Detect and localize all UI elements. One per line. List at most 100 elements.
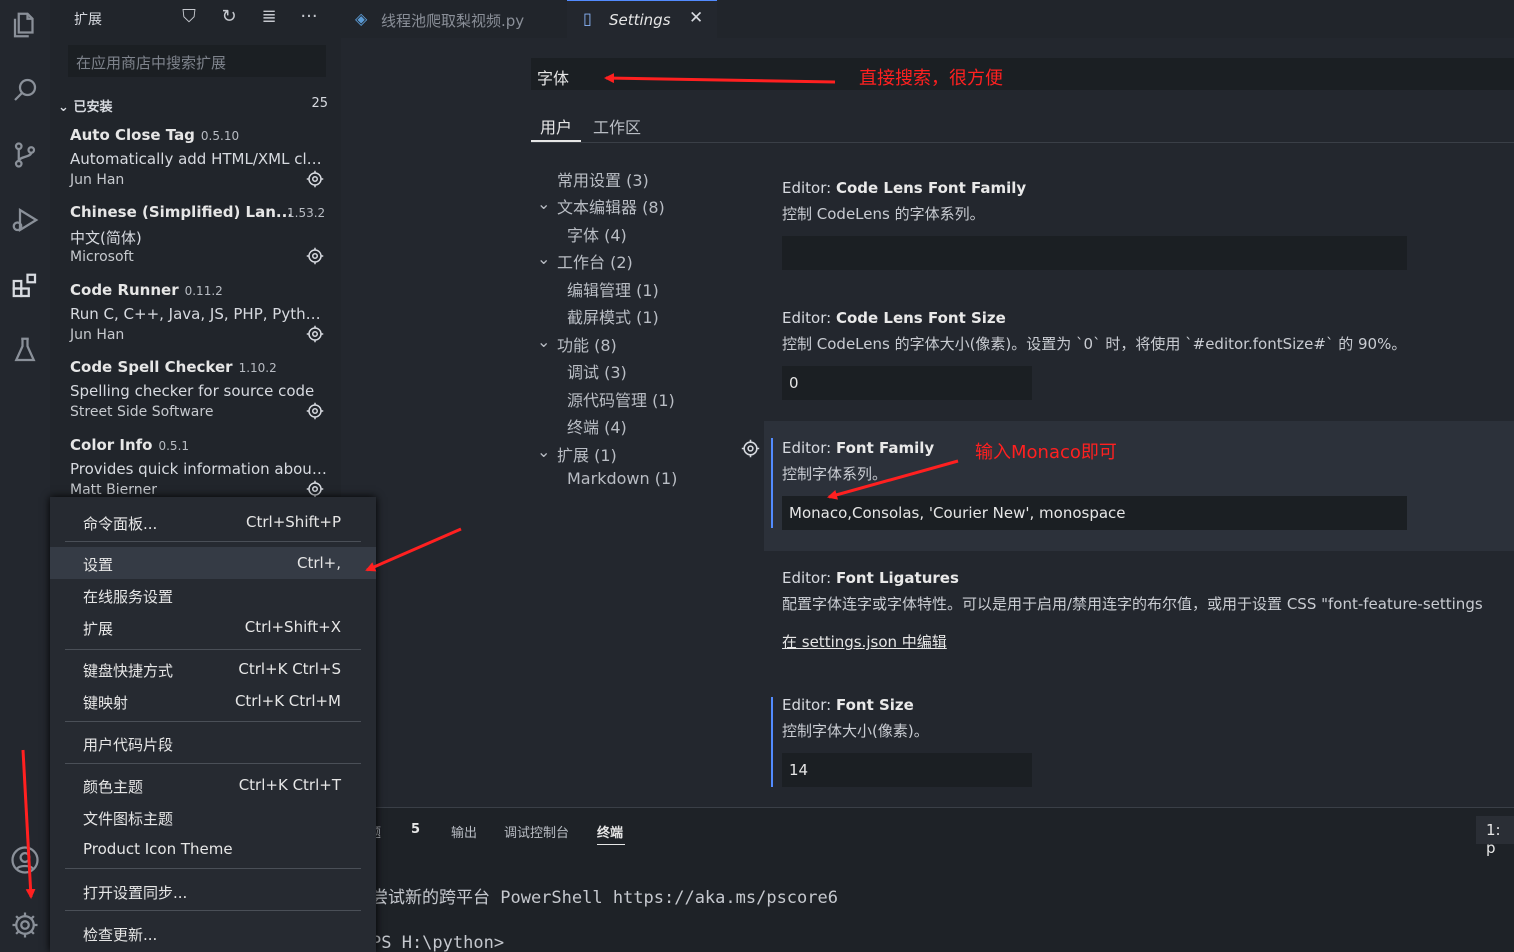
toc-item[interactable]: 源代码管理 (1) [567, 387, 675, 411]
explorer-icon[interactable] [5, 5, 45, 45]
menu-item-keyboard-shortcuts[interactable]: 键盘快捷方式 Ctrl+K Ctrl+S [50, 653, 376, 685]
setting-prefix: Editor: [782, 309, 836, 327]
extension-name: Code Spell Checker [70, 358, 233, 376]
code-lens-font-family-input[interactable] [782, 236, 1407, 270]
clear-icon[interactable]: ≣ [258, 6, 280, 28]
toc-item[interactable]: 编辑管理 (1) [567, 277, 659, 301]
font-size-input[interactable]: 14 [782, 753, 1032, 787]
toc-item[interactable]: Markdown (1) [567, 469, 677, 488]
menu-item-label: Product Icon Theme [83, 840, 233, 858]
account-icon[interactable] [5, 840, 45, 880]
tab-python-file[interactable]: ◈ 线程池爬取梨视频.py [341, 0, 567, 38]
menu-item-shortcut: Ctrl+K Ctrl+M [234, 692, 341, 710]
extension-item[interactable]: Auto Close Tag 0.5.10 Automatically add H… [50, 119, 341, 196]
extensions-icon[interactable] [5, 266, 45, 306]
menu-item-keymaps[interactable]: 键映射 Ctrl+K Ctrl+M [50, 685, 376, 717]
extension-gear-icon[interactable] [306, 170, 324, 188]
toc-item[interactable]: 调试 (3) [567, 359, 627, 383]
menu-separator [65, 541, 361, 542]
extension-item[interactable]: Code Runner 0.11.2 Run C, C++, Java, JS, … [50, 274, 341, 351]
extension-author: Jun Han [70, 172, 125, 188]
menu-item-color-theme[interactable]: 颜色主题 Ctrl+K Ctrl+T [50, 769, 376, 801]
annotation-font-note: 输入Monaco即可 [975, 442, 1117, 463]
setting-prefix: Editor: [782, 696, 836, 714]
menu-item-file-icon-theme[interactable]: 文件图标主题 [50, 801, 376, 833]
toc-item[interactable]: 终端 (4) [567, 414, 627, 438]
menu-item-shortcut: Ctrl+Shift+X [244, 618, 341, 636]
scope-divider [531, 142, 1514, 143]
toc-item[interactable]: 字体 (4) [567, 222, 627, 246]
toc-item[interactable]: 截屏模式 (1) [567, 304, 659, 328]
menu-item-product-icon-theme[interactable]: Product Icon Theme [50, 833, 376, 865]
extension-name: Auto Close Tag [70, 126, 195, 144]
testing-icon[interactable] [5, 330, 45, 370]
menu-item-label: 扩展 [83, 620, 114, 638]
extension-version: 0.5.10 [200, 129, 240, 143]
extension-item[interactable]: Chinese (Simplified) Lan... 1.53.2 中文(简体… [50, 196, 341, 273]
tab-settings[interactable]: ▯ Settings ✕ [567, 0, 717, 38]
extension-description: 中文(简体) [70, 229, 142, 247]
edit-in-settings-json-link[interactable]: 在 settings.json 中编辑 [782, 631, 1483, 652]
setting-title: Font Family [835, 439, 935, 457]
extension-description: Provides quick information about ... [70, 460, 328, 478]
setting-description: 控制字体系列。 [782, 465, 888, 483]
tab-workspace-scope[interactable]: 工作区 [593, 114, 641, 138]
extension-gear-icon[interactable] [306, 480, 324, 498]
toc-item[interactable]: ⌄ 文本编辑器 (8) [537, 194, 665, 218]
tab-terminal[interactable]: 终端 [597, 822, 623, 841]
terminal-select[interactable]: 1: p [1476, 816, 1514, 857]
python-file-icon: ◈ [355, 9, 368, 28]
code-lens-font-size-input[interactable]: 0 [782, 366, 1032, 400]
menu-item-check-updates[interactable]: 检查更新... [50, 917, 376, 949]
source-control-icon[interactable] [5, 135, 45, 175]
filter-icon[interactable]: ⛉ [178, 6, 200, 28]
setting-item: Editor: Font Size 控制字体大小(像素)。 14 [782, 696, 1032, 787]
setting-prefix: Editor: [782, 179, 836, 197]
problems-count-badge: 5 [411, 822, 421, 837]
extension-gear-icon[interactable] [306, 402, 324, 420]
installed-label: 已安装 [73, 100, 113, 115]
terminal-line: PS H:\python> [371, 933, 505, 952]
extension-search-input[interactable]: 在应用商店中搜索扩展 [68, 45, 326, 77]
extension-gear-icon[interactable] [306, 247, 324, 265]
extension-name: Color Info [70, 436, 153, 454]
menu-item-settings[interactable]: 设置 Ctrl+, [50, 547, 376, 579]
menu-item-label: 颜色主题 [83, 778, 144, 796]
font-family-input[interactable]: Monaco,Consolas, 'Courier New', monospac… [782, 496, 1407, 530]
extension-version: 0.5.1 [158, 439, 190, 453]
settings-search-input[interactable]: 字体 [531, 58, 1514, 90]
close-icon[interactable]: ✕ [689, 8, 703, 28]
installed-section-header[interactable]: ⌄ 已安装 25 [50, 94, 341, 116]
refresh-icon[interactable]: ↻ [218, 6, 240, 28]
menu-item-label: 用户代码片段 [83, 736, 174, 754]
menu-item-label: 检查更新... [83, 926, 158, 944]
toc-item[interactable]: 常用设置 (3) [557, 167, 649, 191]
bottom-panel: 问题 5 输出 调试控制台 终端 1: p 尝试新的跨平台 PowerShell… [341, 807, 1514, 952]
extension-item[interactable]: Code Spell Checker 1.10.2 Spelling checke… [50, 351, 341, 428]
search-icon[interactable] [5, 70, 45, 110]
toc-label: 工作台 (2) [557, 253, 633, 272]
more-actions-icon[interactable]: ··· [298, 6, 320, 28]
manage-gear-icon[interactable] [5, 905, 45, 945]
tab-debug-console[interactable]: 调试控制台 [504, 822, 569, 841]
menu-item-online-services-settings[interactable]: 在线服务设置 [50, 579, 376, 611]
toc-item[interactable]: ⌄ 工作台 (2) [537, 249, 633, 273]
toc-item[interactable]: ⌄ 功能 (8) [537, 332, 617, 356]
extension-item[interactable]: Color Info 0.5.1 Provides quick informati… [50, 429, 341, 506]
tab-user-scope[interactable]: 用户 [540, 114, 572, 138]
extension-gear-icon[interactable] [306, 325, 324, 343]
toc-item[interactable]: ⌄ 扩展 (1) [537, 442, 617, 466]
extension-author: Microsoft [70, 249, 134, 265]
setting-gear-icon[interactable] [741, 439, 760, 458]
tab-output[interactable]: 输出 [451, 822, 477, 841]
run-debug-icon[interactable] [5, 200, 45, 240]
chevron-down-icon: ⌄ [537, 249, 551, 268]
modified-indicator [771, 697, 773, 787]
menu-item-extensions[interactable]: 扩展 Ctrl+Shift+X [50, 611, 376, 643]
menu-item-user-snippets[interactable]: 用户代码片段 [50, 727, 376, 759]
extension-version: 1.10.2 [238, 361, 277, 375]
sidebar-title: 扩展 [74, 12, 102, 28]
chevron-down-icon: ⌄ [537, 442, 551, 461]
menu-item-settings-sync[interactable]: 打开设置同步... [50, 875, 376, 907]
menu-item-command-palette[interactable]: 命令面板... Ctrl+Shift+P [50, 506, 376, 538]
